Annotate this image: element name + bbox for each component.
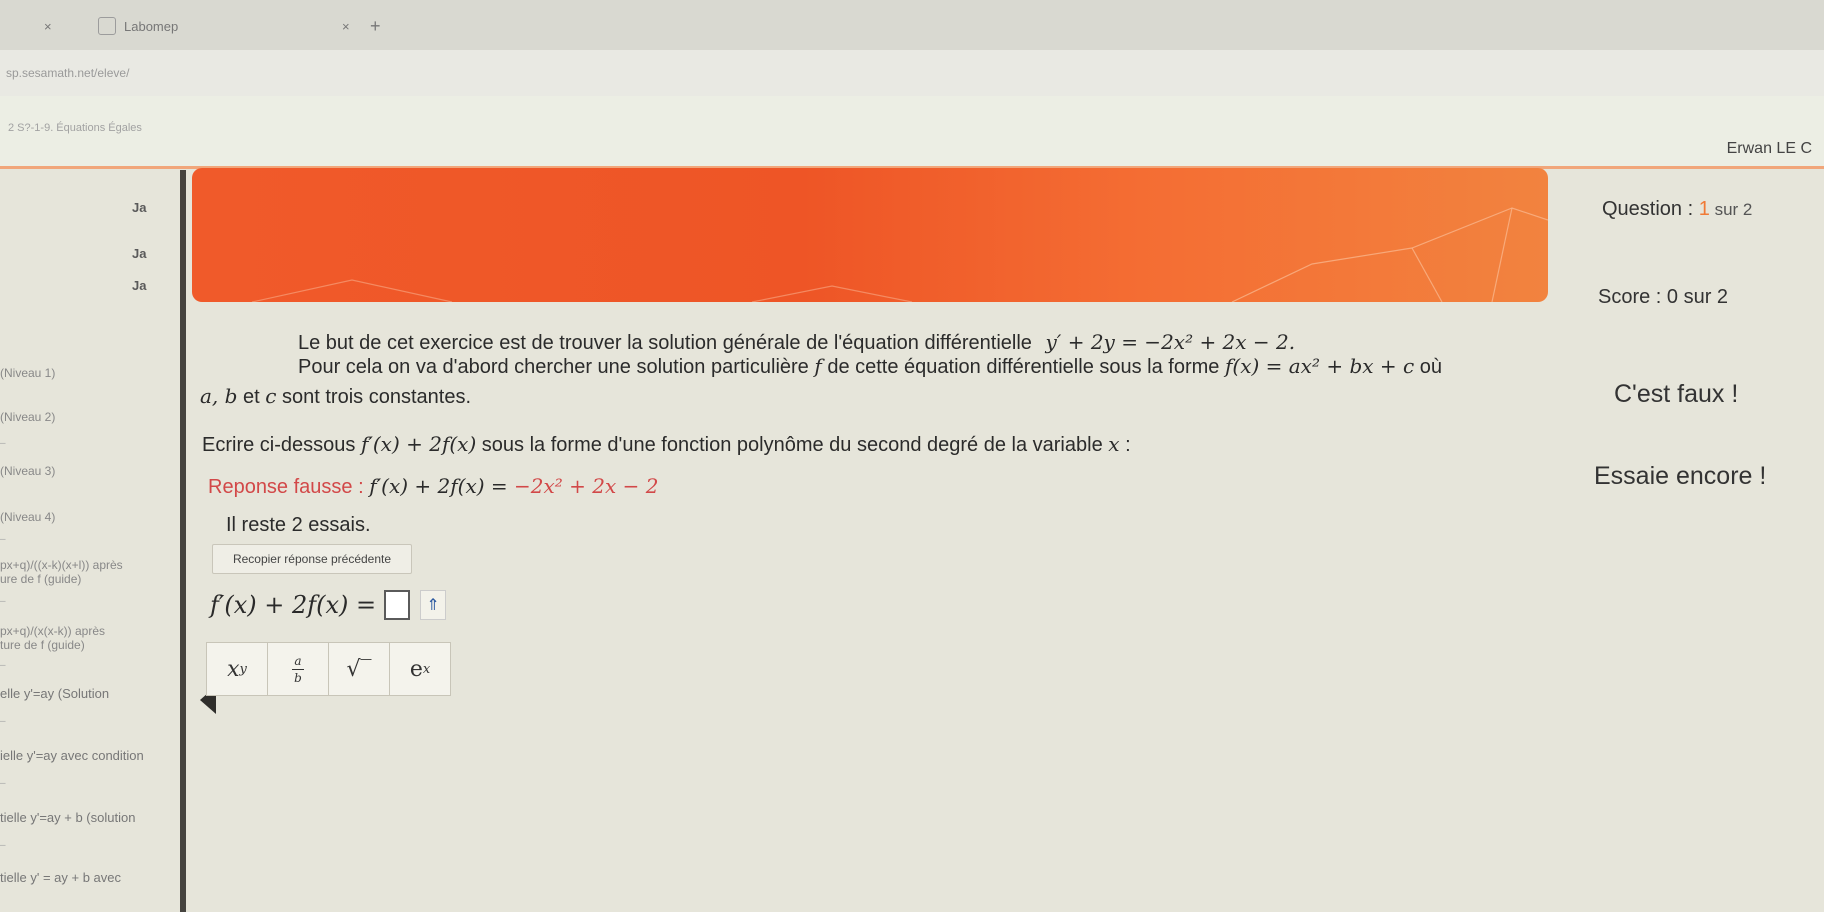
step-function: f	[814, 354, 822, 378]
sidebar-item-level-2[interactable]: (Niveau 2)	[0, 410, 55, 424]
wrong-answer-lhs: f′(x) + 2f(x) =	[369, 474, 515, 498]
fraction-den: b	[294, 670, 302, 685]
question-counter: Question : 1 sur 2	[1602, 198, 1752, 221]
browser-tab-labomep[interactable]: Labomep	[98, 6, 338, 46]
sidebar-item-solution-3[interactable]: tielle y'=ay + b (solution	[0, 810, 135, 825]
attempts-left: Il reste 2 essais.	[226, 514, 371, 536]
wrong-answer-line: Reponse fausse : f′(x) + 2f(x) = −2x² + …	[208, 474, 658, 499]
breadcrumb[interactable]: 2 S?-1-9. Équations Égales	[8, 122, 142, 134]
status-panel: Question : 1 sur 2 Score : 0 sur 2 C'est…	[1552, 176, 1824, 912]
encourage-text: Essaie encore !	[1594, 462, 1767, 490]
instruction-var: x	[1108, 432, 1120, 456]
divider-dash: –	[0, 438, 6, 449]
tab-title: Labomep	[124, 18, 179, 34]
sidebar-item-solution-2[interactable]: ielle y'=ay avec condition	[0, 748, 144, 763]
verdict-text: C'est faux !	[1614, 380, 1739, 408]
sqrt-icon: √‾	[346, 656, 372, 682]
instruction-text-2: sous la forme d'une fonction polynôme du…	[476, 434, 1109, 456]
exercise-instruction: Ecrire ci-dessous f′(x) + 2f(x) sous la …	[202, 432, 1131, 457]
submit-arrow-button[interactable]: ⇑	[420, 590, 447, 620]
power-key[interactable]: xy	[206, 642, 268, 696]
sidebar-icon[interactable]: Ja	[132, 246, 146, 261]
fraction-key[interactable]: a b	[267, 642, 329, 696]
address-bar[interactable]: sp.sesamath.net/eleve/	[0, 50, 1824, 96]
wrong-answer-rhs: −2x² + 2x − 2	[514, 474, 659, 498]
tab-close-icon[interactable]: ×	[342, 6, 350, 46]
banner-decoration	[251, 207, 1548, 302]
answer-input[interactable]	[384, 590, 411, 620]
sidebar-item-level-4[interactable]: (Niveau 4)	[0, 510, 55, 524]
step-text: Pour cela on va d'abord chercher une sol…	[298, 356, 815, 378]
new-tab-button[interactable]: +	[370, 6, 381, 46]
power-base: x	[227, 656, 240, 682]
instruction-expr: f′(x) + 2f(x)	[360, 432, 477, 456]
sidebar-divider[interactable]	[180, 170, 186, 912]
power-exp: y	[239, 661, 247, 677]
step-form: f(x) = ax² + bx + c	[1224, 354, 1415, 378]
user-name[interactable]: Erwan LE C	[1727, 140, 1812, 158]
sidebar-item-level-1[interactable]: (Niveau 1)	[0, 366, 55, 380]
step-text-3: où	[1414, 356, 1443, 378]
exercise-constants: a, b et c sont trois constantes.	[200, 384, 471, 409]
sidebar-item-guide-1[interactable]: px+q)/((x-k)(x+l)) après	[0, 558, 123, 572]
copy-previous-answer-button[interactable]: Recopier réponse précédente	[212, 544, 412, 574]
instruction-end: :	[1119, 434, 1131, 456]
constants-et: et	[237, 386, 266, 408]
question-total: sur 2	[1709, 200, 1753, 219]
fraction-icon: a b	[292, 655, 304, 684]
exp-base: e	[409, 656, 423, 682]
exercise-banner	[192, 168, 1548, 302]
exercise-intro: Le but de cet exercice est de trouver la…	[298, 330, 1295, 355]
sidebar-icon[interactable]: Ja	[132, 278, 146, 293]
fraction-bar	[292, 668, 304, 670]
divider-dash: –	[0, 778, 6, 789]
constants-c: c	[265, 384, 277, 408]
tab-close-icon[interactable]: ×	[44, 6, 52, 46]
sidebar-icon[interactable]: Ja	[132, 200, 146, 215]
browser-tab-bar: × Labomep × +	[0, 0, 1824, 50]
favicon-icon	[98, 17, 116, 35]
sidebar-item-solution-1[interactable]: elle y'=ay (Solution	[0, 686, 109, 701]
question-current: 1	[1698, 198, 1710, 220]
wrong-answer-label: Reponse fausse :	[208, 476, 370, 498]
sidebar-item-level-3[interactable]: (Niveau 3)	[0, 464, 55, 478]
intro-text: Le but de cet exercice est de trouver la…	[298, 332, 1032, 354]
sidebar-item-solution-4[interactable]: tielle y' = ay + b avec	[0, 870, 121, 885]
constants-vars: a, b	[200, 384, 238, 408]
constants-text: sont trois constantes.	[276, 386, 471, 408]
sidebar-item-guide-1-sub[interactable]: ure de f (guide)	[0, 572, 81, 586]
differential-equation: y′ + 2y = −2x² + 2x − 2.	[1045, 330, 1296, 354]
fraction-num: a	[294, 653, 302, 668]
url-text[interactable]: sp.sesamath.net/eleve/	[6, 66, 129, 80]
exercise-step: Pour cela on va d'abord chercher une sol…	[298, 354, 1442, 379]
divider-dash: –	[0, 716, 6, 727]
exponential-key[interactable]: ex	[389, 642, 451, 696]
exp-exp: x	[422, 661, 431, 677]
sidebar-item-guide-2[interactable]: px+q)/(x(x-k)) après	[0, 624, 105, 638]
app-header: 2 S?-1-9. Équations Égales Erwan LE C	[0, 96, 1824, 168]
divider-dash: –	[0, 534, 6, 545]
sqrt-key[interactable]: √‾	[328, 642, 390, 696]
instruction-text: Ecrire ci-dessous	[202, 434, 361, 456]
answer-row: f′(x) + 2f(x) = ⇑	[210, 590, 447, 620]
answer-prefix: f′(x) + 2f(x) =	[210, 591, 377, 619]
divider-dash: –	[0, 660, 6, 671]
math-keyboard: xy a b √‾ ex	[206, 642, 451, 696]
score: Score : 0 sur 2	[1598, 286, 1729, 308]
divider-dash: –	[0, 840, 6, 851]
question-label: Question :	[1602, 198, 1699, 220]
sidebar: Ja Ja Ja (Niveau 1) (Niveau 2) – (Niveau…	[0, 170, 186, 912]
sidebar-item-guide-2-sub[interactable]: ture de f (guide)	[0, 638, 85, 652]
divider-dash: –	[0, 596, 6, 607]
step-text-2: de cette équation différentielle sous la…	[821, 356, 1225, 378]
